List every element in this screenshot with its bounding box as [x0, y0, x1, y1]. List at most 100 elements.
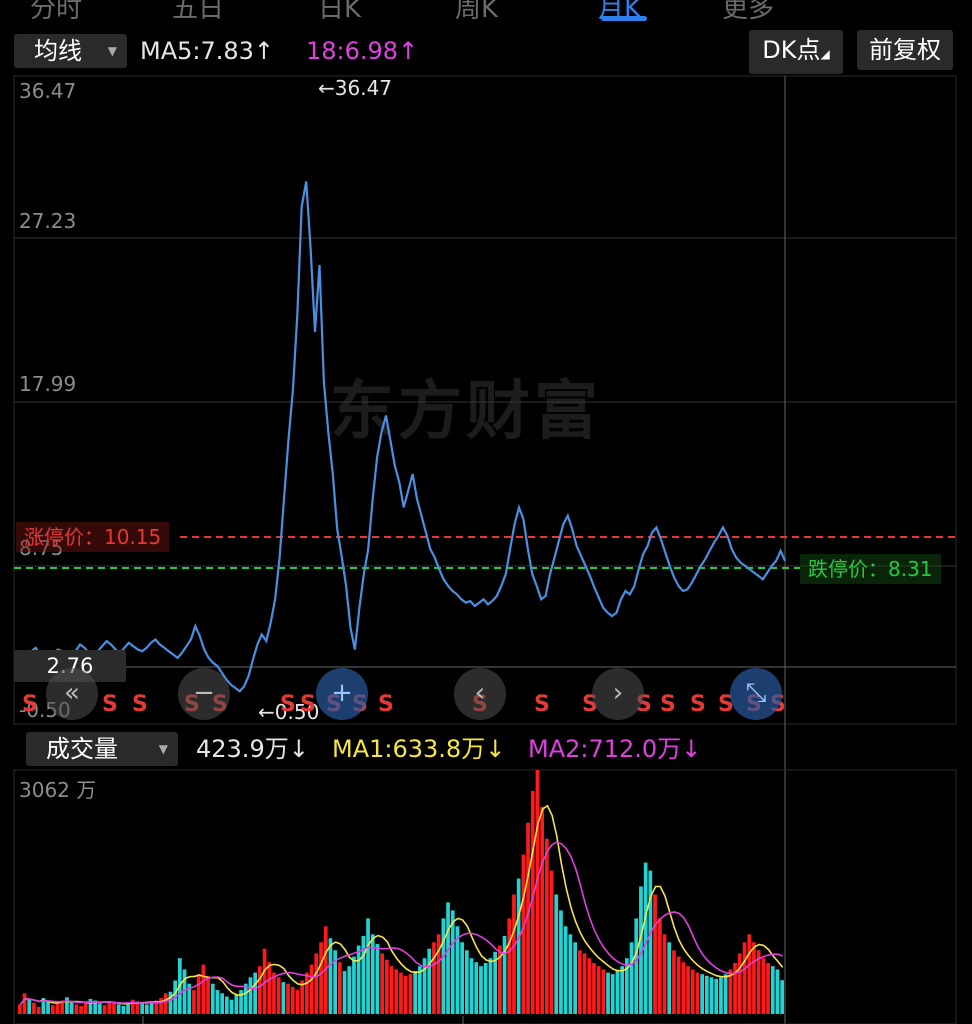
volume-bar [643, 862, 648, 1014]
volume-bar [206, 975, 210, 1014]
volume-bar [300, 980, 304, 1014]
volume-ma1-readout: MA1:633.8万↓ [332, 732, 505, 766]
volume-bar [389, 966, 394, 1014]
volume-bar [408, 974, 413, 1014]
left-chevron-icon[interactable]: ‹ [454, 668, 506, 720]
volume-bar [286, 983, 290, 1014]
zoom-in-icon[interactable]: + [316, 668, 368, 720]
volume-bar [596, 966, 601, 1014]
volume-bar [50, 1005, 55, 1014]
volume-bar [225, 996, 229, 1014]
volume-bar [629, 942, 634, 1014]
volume-bar [770, 966, 775, 1014]
volume-bar [676, 956, 681, 1014]
volume-bar [535, 770, 540, 1014]
volume-bar [441, 918, 446, 1014]
volume-bar [145, 1004, 149, 1014]
volume-bar [121, 1006, 126, 1014]
price-axis-label: 17.99 [19, 372, 77, 396]
volume-bar [83, 1002, 88, 1014]
volume-bar [413, 971, 417, 1014]
volume-bar [305, 972, 309, 1014]
volume-bar [18, 1004, 22, 1014]
volume-bar [601, 969, 606, 1014]
volume-bar [610, 974, 615, 1014]
volume-bar [88, 998, 93, 1014]
max-price-label: ←36.47 [318, 76, 393, 100]
price-panel-frame [13, 75, 957, 725]
volume-bar [545, 838, 549, 1014]
volume-bar [201, 964, 206, 1014]
volume-bar [112, 1002, 116, 1014]
sell-signal-marker: S [378, 692, 394, 717]
volume-bar [22, 993, 27, 1014]
volume-bar [690, 969, 695, 1014]
volume-bar [479, 966, 483, 1014]
volume-bar [709, 977, 714, 1014]
volume-bar [587, 958, 592, 1014]
volume-bar [695, 972, 700, 1014]
volume-indicator-selector[interactable]: 成交量 ▼ [26, 732, 178, 766]
volume-bar [375, 943, 380, 1014]
volume-bar [385, 959, 389, 1014]
volume-bar [338, 962, 342, 1014]
volume-bar [672, 950, 676, 1014]
volume-bar [163, 993, 168, 1014]
volume-bar [516, 878, 521, 1014]
volume-bar [578, 950, 582, 1014]
price-axis-label: 27.23 [19, 209, 77, 233]
sell-signal-marker: S [22, 692, 38, 717]
sell-signal-marker: S [300, 692, 316, 717]
volume-bar [253, 972, 257, 1014]
volume-bar [399, 972, 403, 1014]
volume-bar [276, 977, 281, 1014]
volume-bar [719, 977, 723, 1014]
volume-bar [366, 918, 370, 1014]
volume-bar [667, 942, 672, 1014]
volume-bar [229, 999, 234, 1014]
volume-bar [662, 934, 667, 1014]
volume-bar [234, 994, 239, 1014]
volume-bar [309, 964, 314, 1014]
volume-bar [554, 894, 559, 1014]
volume-bar [761, 958, 766, 1014]
volume-bar [319, 942, 323, 1014]
volume-bar [98, 1003, 102, 1014]
volume-bar [215, 990, 220, 1014]
sell-signal-marker: S [132, 692, 148, 717]
volume-bar [380, 953, 384, 1014]
volume-bar [606, 972, 610, 1014]
scroll-left-fast-icon[interactable]: « [46, 668, 98, 720]
volume-bar [474, 962, 479, 1014]
volume-bar [681, 962, 686, 1014]
volume-ma2-value: MA2:712.0万 [528, 735, 682, 763]
zoom-out-icon[interactable]: − [178, 668, 230, 720]
volume-bar [36, 1006, 41, 1014]
limit-up-label: 涨停价：10.15 [16, 522, 170, 552]
volume-bar [403, 975, 408, 1014]
volume-bar [582, 953, 587, 1014]
volume-value: 423.9万 [196, 735, 289, 763]
volume-ma1-value: MA1:633.8万 [332, 735, 486, 763]
sell-signal-marker: S [102, 692, 118, 717]
volume-bar [446, 902, 450, 1014]
volume-bar [258, 966, 262, 1014]
volume-axis-max: 3062 万 [19, 778, 97, 802]
volume-bar [573, 942, 577, 1014]
volume-bar [620, 966, 624, 1014]
volume-ma2-readout: MA2:712.0万↓ [528, 732, 701, 766]
volume-bar [140, 1002, 144, 1014]
fullscreen-icon[interactable]: ⤡ [730, 668, 782, 720]
volume-bar [568, 934, 573, 1014]
right-chevron-icon[interactable]: › [592, 668, 644, 720]
volume-bar [686, 966, 690, 1014]
volume-bar [314, 953, 319, 1014]
volume-bar [766, 963, 770, 1014]
volume-ma2-arrow-icon: ↓ [681, 735, 702, 763]
kline-chart[interactable] [0, 0, 972, 1024]
volume-bar [347, 966, 352, 1014]
volume-bar [780, 980, 784, 1014]
sell-signal-marker: S [280, 692, 296, 717]
volume-bar [107, 1001, 112, 1014]
volume-bar [507, 918, 512, 1014]
